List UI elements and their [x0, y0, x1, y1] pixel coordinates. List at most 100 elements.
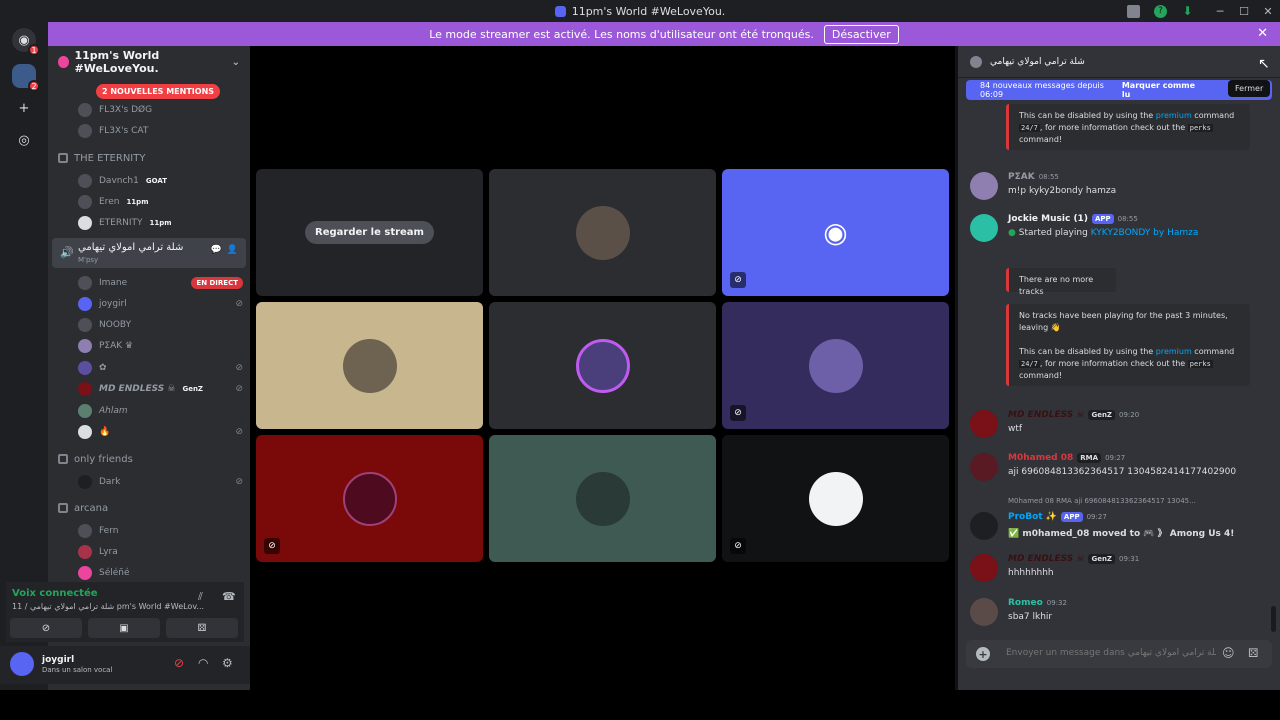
new-messages-bar[interactable]: 84 nouveaux messages depuis 06:09 Marque… [966, 80, 1272, 100]
message-composer[interactable]: + ☺ ⚄ [966, 640, 1272, 668]
member-item[interactable]: Séléñé [78, 564, 243, 582]
screen-share-button[interactable]: ▣ [88, 618, 160, 638]
author-name[interactable]: MD ENDLESS ☠ [1008, 554, 1084, 564]
member-item[interactable]: ✿ ⊘ [78, 359, 243, 377]
server-header[interactable]: 11pm's World #WeLoveYou. ⌄ [48, 46, 250, 78]
channel-arcana[interactable]: arcana [58, 499, 243, 517]
camera-button[interactable]: ⊘ [10, 618, 82, 638]
voice-channel-path[interactable]: 11 / شلة ترامي امولاي تيهامي pm's World … [12, 602, 204, 611]
stream-tile[interactable]: Regarder le stream [256, 169, 483, 296]
disconnect-icon[interactable]: ☎ [222, 590, 236, 603]
participant-tile[interactable]: ◉ ⊘ [722, 169, 949, 296]
embed-link[interactable]: premium [1156, 111, 1192, 120]
message-input[interactable] [1006, 648, 1216, 658]
member-item[interactable]: FL3X's CAT [78, 122, 243, 140]
gamepad-icon[interactable]: ⚄ [1248, 646, 1258, 660]
member-item[interactable]: MD ENDLESS ☠ GenZ ⊘ [78, 380, 243, 398]
member-item[interactable]: 🔥 ⊘ [78, 423, 243, 441]
member-item[interactable]: Imane EN DIRECT [78, 274, 243, 292]
mute-mic-icon[interactable]: ⊘ [174, 656, 184, 670]
channel-status: M'psy [78, 256, 99, 264]
member-item[interactable]: PΣAK ♛ [78, 337, 243, 355]
new-mentions-pill[interactable]: 2 NOUVELLES MENTIONS [96, 84, 221, 99]
chat-bubble-icon[interactable]: 💬 [211, 245, 222, 255]
participant-tile[interactable]: ⊘ [256, 435, 483, 562]
author-name[interactable]: MD ENDLESS ☠ [1008, 410, 1084, 420]
participant-tile[interactable] [256, 302, 483, 429]
member-item[interactable]: Ahlam [78, 402, 243, 420]
inbox-icon[interactable] [1127, 4, 1140, 18]
channel-only-friends[interactable]: only friends [58, 450, 243, 468]
member-item[interactable]: Fern [78, 522, 243, 540]
avatar[interactable] [970, 512, 998, 540]
member-name: MD ENDLESS ☠ [99, 384, 176, 394]
noise-suppression-icon[interactable]: ⫽ [198, 590, 203, 604]
avatar[interactable] [970, 172, 998, 200]
channel-the-eternity[interactable]: THE ETERNITY [58, 149, 243, 167]
avatar[interactable] [970, 214, 998, 242]
member-name: FL3X's CAT [99, 126, 149, 136]
app-badge: APP [1060, 512, 1083, 522]
avatar[interactable] [970, 453, 998, 481]
member-item[interactable]: Davnch1 GOAT [78, 172, 243, 190]
avatar[interactable] [10, 652, 34, 676]
banner-close-icon[interactable]: ✕ [1257, 26, 1268, 41]
member-item[interactable]: joygirl ⊘ [78, 295, 243, 313]
message-body: hhhhhhhh [1008, 568, 1054, 578]
headphones-icon[interactable]: ◠ [198, 656, 208, 670]
download-icon[interactable]: ⬇ [1181, 4, 1194, 18]
title-tools: ? ⬇ [1127, 0, 1194, 22]
muted-mic-icon: ⊘ [730, 538, 746, 554]
add-server-icon[interactable]: + [12, 96, 36, 120]
explore-icon[interactable]: ◎ [12, 128, 36, 152]
avatar[interactable] [970, 410, 998, 438]
participant-tile[interactable] [489, 435, 716, 562]
active-voice-channel[interactable]: 🔊 شلة ترامي امولاي تيهامي M'psy 💬 👤 [52, 238, 246, 268]
muted-mic-icon: ⊘ [235, 427, 243, 437]
message-time: 09:27 [1086, 513, 1107, 521]
settings-gear-icon[interactable]: ⚙ [222, 656, 233, 670]
author-name[interactable]: PΣAK [1008, 172, 1035, 182]
disable-streamer-button[interactable]: Désactiver [823, 24, 899, 44]
reply-preview[interactable]: M0hamed 08 RMA aji 696084813362364517 13… [1008, 497, 1196, 505]
message-body: ● Started playing KYKY2BONDY by Hamza [1008, 228, 1198, 238]
chevron-down-icon[interactable]: ⌄ [232, 57, 240, 68]
participant-tile[interactable]: ⊘ [722, 302, 949, 429]
participant-tile[interactable] [489, 169, 716, 296]
member-item[interactable]: ETERNITY 11pm [78, 214, 243, 232]
mark-as-read-button[interactable]: Marquer comme lu [1122, 81, 1202, 99]
avatar[interactable] [970, 554, 998, 582]
emoji-icon[interactable]: ☺ [1222, 646, 1235, 660]
member-item[interactable]: Lyra [78, 543, 243, 561]
author-name[interactable]: Romeo [1008, 598, 1043, 608]
member-item[interactable]: Eren 11pm [78, 193, 243, 211]
add-member-icon[interactable]: 👤 [227, 245, 238, 255]
title-bar: 11pm's World #WeLoveYou. ? ⬇ ─ ☐ ✕ [0, 0, 1280, 22]
chat-scrollbar[interactable] [1271, 606, 1276, 632]
help-icon[interactable]: ? [1154, 4, 1167, 18]
member-item[interactable]: FL3X's DØG [78, 101, 243, 119]
close-window-icon[interactable]: ✕ [1256, 0, 1280, 22]
author-name[interactable]: M0hamed 08 [1008, 453, 1073, 463]
message-header: ProBot ✨ APP 09:27 [1008, 512, 1107, 522]
maximize-icon[interactable]: ☐ [1232, 0, 1256, 22]
discord-home-icon[interactable]: ◉ 1 [12, 28, 40, 56]
member-item[interactable]: Dark ⊘ [78, 473, 243, 491]
participant-tile[interactable]: ⊘ [722, 435, 949, 562]
minimize-icon[interactable]: ─ [1208, 0, 1232, 22]
chat-channel-name: شلة ترامي امولاي تيهامي [990, 56, 1085, 67]
avatar[interactable] [970, 598, 998, 626]
activity-button[interactable]: ⚄ [166, 618, 238, 638]
member-name: Séléñé [99, 568, 130, 578]
server-icon[interactable]: 2 [12, 64, 40, 92]
author-name[interactable]: Jockie Music (1) [1008, 214, 1088, 224]
attach-plus-icon[interactable]: + [976, 647, 990, 661]
embed-link[interactable]: premium [1156, 347, 1192, 356]
member-item[interactable]: NOOBY [78, 316, 243, 334]
message-link[interactable]: KYKY2BONDY by Hamza [1091, 228, 1199, 238]
member-name: PΣAK ♛ [99, 341, 134, 351]
watch-stream-button[interactable]: Regarder le stream [305, 221, 434, 244]
author-name[interactable]: ProBot ✨ [1008, 512, 1057, 522]
avatar [78, 524, 92, 538]
participant-tile[interactable] [489, 302, 716, 429]
